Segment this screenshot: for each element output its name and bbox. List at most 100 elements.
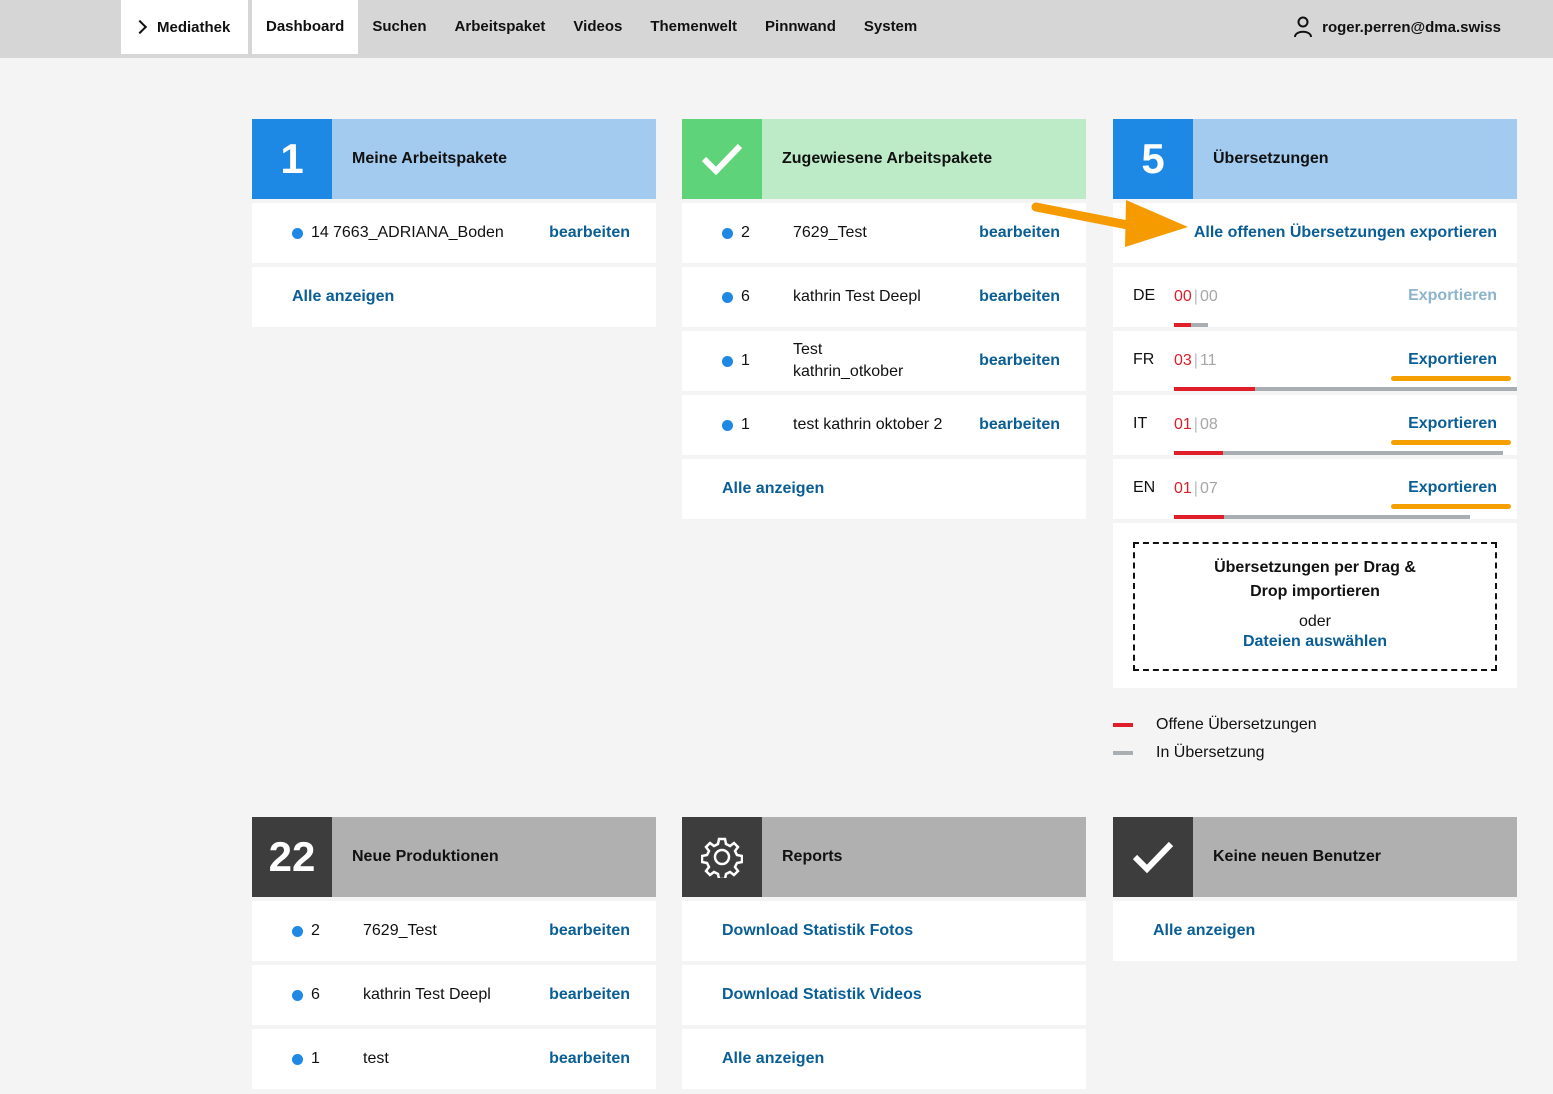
nav-system[interactable]: System <box>850 0 931 54</box>
drop-zone-or: oder <box>1298 613 1332 630</box>
select-files-link[interactable]: Dateien auswählen <box>1135 633 1495 651</box>
drop-zone-title: Übersetzungen per Drag & Drop importiere… <box>1214 559 1416 600</box>
nav-pinnwand[interactable]: Pinnwand <box>751 0 850 54</box>
export-button[interactable]: Exportieren <box>1408 351 1497 369</box>
item-name: 7663_ADRIANA_Boden <box>333 224 504 241</box>
count-badge: 1 <box>252 119 332 199</box>
user-email: roger.perren@dma.swiss <box>1322 18 1501 36</box>
translation-legend: Offene Übersetzungen In Übersetzung <box>1113 711 1317 767</box>
chevron-right-icon <box>132 19 148 35</box>
item-count: 1 <box>741 416 750 433</box>
edit-link[interactable]: bearbeiten <box>979 352 1060 370</box>
list-item: Download Statistik Videos <box>682 965 1086 1025</box>
show-all-link[interactable]: Alle anzeigen <box>1153 922 1255 940</box>
list-item: 1 test bearbeiten <box>252 1029 656 1089</box>
card-meine-arbeitspakete: 1 Meine Arbeitspakete 14 7663_ADRIANA_Bo… <box>252 119 656 327</box>
card-header: Zugewiesene Arbeitspakete <box>682 119 1086 199</box>
legend-label: Offene Übersetzungen <box>1156 716 1317 733</box>
checkmark-badge <box>682 119 762 199</box>
edit-link[interactable]: bearbeiten <box>549 1050 630 1068</box>
count-badge: 22 <box>252 817 332 897</box>
item-name: Test kathrin_otkober <box>793 341 904 380</box>
language-row: IT 01 | 08 Exportieren <box>1113 395 1517 455</box>
edit-link[interactable]: bearbeiten <box>979 288 1060 306</box>
list-item: Alle anzeigen <box>682 459 1086 519</box>
card-header: 1 Meine Arbeitspakete <box>252 119 656 199</box>
card-title: Übersetzungen <box>1193 119 1517 199</box>
item-count: 6 <box>311 986 320 1003</box>
item-name: test <box>363 1050 389 1067</box>
language-row: EN 01 | 07 Exportieren <box>1113 459 1517 519</box>
status-dot <box>722 355 733 367</box>
progress-fill <box>1174 387 1255 391</box>
item-count: 14 <box>311 224 329 241</box>
card-title: Neue Produktionen <box>332 817 656 897</box>
item-name: 7629_Test <box>363 922 437 939</box>
card-title: Keine neuen Benutzer <box>1193 817 1517 897</box>
main-nav: Dashboard Suchen Arbeitspaket Videos The… <box>252 0 931 54</box>
list-item: Download Statistik Fotos <box>682 901 1086 961</box>
card-reports: Reports Download Statistik Fotos Downloa… <box>682 817 1086 1089</box>
item-name: kathrin Test Deepl <box>793 288 921 305</box>
export-button[interactable]: Exportieren <box>1408 287 1497 305</box>
user-icon <box>1294 16 1313 38</box>
card-title: Meine Arbeitspakete <box>332 119 656 199</box>
edit-link[interactable]: bearbeiten <box>549 986 630 1004</box>
nav-themenwelt[interactable]: Themenwelt <box>636 0 751 54</box>
top-navigation: Mediathek Dashboard Suchen Arbeitspaket … <box>0 0 1553 58</box>
open-count: 01 <box>1174 416 1192 433</box>
translation-counts: 01 | 07 <box>1174 480 1218 497</box>
card-title: Zugewiesene Arbeitspakete <box>762 119 1086 199</box>
import-area: Übersetzungen per Drag & Drop importiere… <box>1113 523 1517 688</box>
in-translation-count: 08 <box>1199 416 1218 433</box>
list-item: Alle anzeigen <box>1113 901 1517 961</box>
export-button[interactable]: Exportieren <box>1408 479 1497 497</box>
legend-swatch-open <box>1113 723 1133 727</box>
edit-link[interactable]: bearbeiten <box>549 224 630 242</box>
highlight-underline <box>1391 440 1511 445</box>
open-count: 01 <box>1174 480 1192 497</box>
download-photo-stats-link[interactable]: Download Statistik Fotos <box>722 922 913 940</box>
progress-fill <box>1174 451 1224 455</box>
nav-videos[interactable]: Videos <box>559 0 636 54</box>
drop-zone[interactable]: Übersetzungen per Drag & Drop importiere… <box>1133 542 1497 671</box>
open-count: 00 <box>1174 288 1192 305</box>
language-code: IT <box>1133 415 1148 432</box>
show-all-link[interactable]: Alle anzeigen <box>292 288 394 306</box>
edit-link[interactable]: bearbeiten <box>549 922 630 940</box>
nav-dashboard[interactable]: Dashboard <box>252 0 359 54</box>
in-translation-count: 11 <box>1199 352 1217 369</box>
status-dot <box>722 291 733 303</box>
mediathek-button[interactable]: Mediathek <box>121 0 248 54</box>
card-zugewiesene-arbeitspakete: Zugewiesene Arbeitspakete 2 7629_Test be… <box>682 119 1086 519</box>
list-item: 2 7629_Test bearbeiten <box>682 203 1086 263</box>
progress-bar <box>1174 387 1517 391</box>
status-dot <box>292 1053 303 1065</box>
in-translation-count: 07 <box>1199 480 1218 497</box>
nav-suchen[interactable]: Suchen <box>358 0 440 54</box>
show-all-link[interactable]: Alle anzeigen <box>722 1050 824 1068</box>
in-translation-count: 00 <box>1199 288 1218 305</box>
edit-link[interactable]: bearbeiten <box>979 416 1060 434</box>
legend-item: In Übersetzung <box>1113 739 1317 767</box>
count-badge: 5 <box>1113 119 1193 199</box>
list-item: Alle anzeigen <box>682 1029 1086 1089</box>
list-item: 6 kathrin Test Deepl bearbeiten <box>252 965 656 1025</box>
list-item: 1 test kathrin oktober 2 bearbeiten <box>682 395 1086 455</box>
progress-bar <box>1174 515 1470 519</box>
card-keine-neuen-benutzer: Keine neuen Benutzer Alle anzeigen <box>1113 817 1517 961</box>
export-button[interactable]: Exportieren <box>1408 415 1497 433</box>
show-all-link[interactable]: Alle anzeigen <box>722 480 824 498</box>
download-video-stats-link[interactable]: Download Statistik Videos <box>722 986 922 1004</box>
list-item: 6 kathrin Test Deepl bearbeiten <box>682 267 1086 327</box>
list-item: 1 Test kathrin_otkober bearbeiten <box>682 331 1086 391</box>
card-header: Keine neuen Benutzer <box>1113 817 1517 897</box>
nav-arbeitspaket[interactable]: Arbeitspaket <box>441 0 560 54</box>
item-name: kathrin Test Deepl <box>363 986 491 1003</box>
item-count: 1 <box>741 352 750 369</box>
item-name: test kathrin oktober 2 <box>793 416 943 433</box>
item-name: 7629_Test <box>793 224 867 241</box>
status-dot <box>722 419 733 431</box>
item-count: 2 <box>311 922 320 939</box>
user-menu[interactable]: roger.perren@dma.swiss <box>1294 0 1501 54</box>
